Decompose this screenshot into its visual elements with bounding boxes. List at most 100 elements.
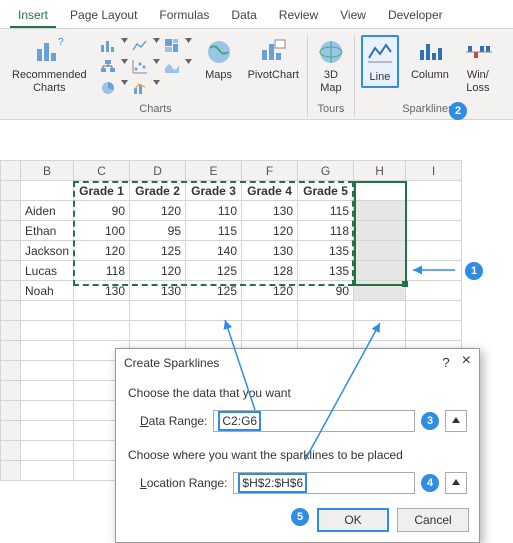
cell[interactable] xyxy=(406,281,462,301)
cell[interactable] xyxy=(21,421,74,441)
cell[interactable]: 130 xyxy=(242,201,298,221)
cell[interactable]: Grade 5 xyxy=(298,181,354,201)
cell[interactable] xyxy=(242,301,298,321)
row-header-1[interactable] xyxy=(1,181,21,201)
sparkline-column-button[interactable]: Column xyxy=(409,35,451,84)
cell[interactable] xyxy=(21,401,74,421)
col-header-b[interactable]: B xyxy=(21,161,74,181)
row-header[interactable] xyxy=(1,321,21,341)
cell[interactable]: Grade 2 xyxy=(130,181,186,201)
cell[interactable] xyxy=(406,201,462,221)
cell[interactable]: Grade 1 xyxy=(74,181,130,201)
row-header[interactable] xyxy=(1,221,21,241)
cell[interactable]: 130 xyxy=(242,241,298,261)
cell[interactable] xyxy=(406,221,462,241)
tab-developer[interactable]: Developer xyxy=(380,4,451,28)
row-header[interactable] xyxy=(1,381,21,401)
surface-chart-icon[interactable] xyxy=(163,58,181,76)
cell[interactable]: Grade 4 xyxy=(242,181,298,201)
row-header[interactable] xyxy=(1,461,21,481)
row-header[interactable] xyxy=(1,421,21,441)
row-header[interactable] xyxy=(1,361,21,381)
col-header-c[interactable]: C xyxy=(74,161,130,181)
cell[interactable]: 125 xyxy=(186,281,242,301)
scatter-chart-icon[interactable] xyxy=(131,58,149,76)
cell[interactable]: 130 xyxy=(74,281,130,301)
sparkline-winloss-button[interactable]: Win/ Loss xyxy=(461,35,495,97)
row-header[interactable] xyxy=(1,441,21,461)
row-header[interactable] xyxy=(1,341,21,361)
cell[interactable] xyxy=(130,321,186,341)
cell[interactable] xyxy=(354,301,406,321)
cell[interactable]: 120 xyxy=(130,261,186,281)
cell[interactable]: 90 xyxy=(298,281,354,301)
col-header-h[interactable]: H xyxy=(354,161,406,181)
tab-data[interactable]: Data xyxy=(223,4,264,28)
tab-insert[interactable]: Insert xyxy=(10,4,56,28)
cell[interactable]: 118 xyxy=(74,261,130,281)
sparkline-line-button[interactable]: Line xyxy=(361,35,399,88)
row-header[interactable] xyxy=(1,241,21,261)
cell[interactable]: 95 xyxy=(130,221,186,241)
cell[interactable] xyxy=(298,321,354,341)
tab-view[interactable]: View xyxy=(332,4,374,28)
cell[interactable] xyxy=(130,301,186,321)
cell[interactable]: 118 xyxy=(298,221,354,241)
cell[interactable]: 120 xyxy=(242,281,298,301)
col-header-i[interactable]: I xyxy=(406,161,462,181)
cell[interactable]: 120 xyxy=(130,201,186,221)
cell[interactable] xyxy=(21,461,74,481)
row-header[interactable] xyxy=(1,281,21,301)
3d-map-button[interactable]: 3D Map xyxy=(314,35,348,97)
row-header[interactable] xyxy=(1,201,21,221)
dialog-close-button[interactable]: × xyxy=(462,355,471,370)
cell[interactable] xyxy=(21,361,74,381)
dialog-help-button[interactable]: ? xyxy=(442,355,449,370)
cell[interactable]: Jackson xyxy=(21,241,74,261)
cell[interactable]: 125 xyxy=(186,261,242,281)
cell[interactable] xyxy=(21,441,74,461)
data-range-input[interactable]: C2:G6 xyxy=(213,410,415,432)
tab-page-layout[interactable]: Page Layout xyxy=(62,4,145,28)
col-header-e[interactable]: E xyxy=(186,161,242,181)
row-header[interactable] xyxy=(1,401,21,421)
cell[interactable] xyxy=(74,321,130,341)
location-range-input[interactable]: $H$2:$H$6 xyxy=(233,472,415,494)
row-header[interactable] xyxy=(1,301,21,321)
cell[interactable] xyxy=(406,241,462,261)
cell[interactable] xyxy=(242,321,298,341)
cell[interactable] xyxy=(354,241,406,261)
cell[interactable] xyxy=(354,221,406,241)
ok-button[interactable]: OK xyxy=(317,508,389,532)
cell[interactable] xyxy=(21,341,74,361)
tab-formulas[interactable]: Formulas xyxy=(151,4,217,28)
column-chart-icon[interactable] xyxy=(99,37,117,55)
cell[interactable]: Ethan xyxy=(21,221,74,241)
col-header-blank[interactable] xyxy=(1,161,21,181)
cell[interactable]: Lucas xyxy=(21,261,74,281)
cell[interactable] xyxy=(74,301,130,321)
cell[interactable] xyxy=(406,301,462,321)
col-header-d[interactable]: D xyxy=(130,161,186,181)
pie-chart-icon[interactable] xyxy=(99,79,117,97)
cell[interactable]: 100 xyxy=(74,221,130,241)
cancel-button[interactable]: Cancel xyxy=(397,508,469,532)
cell[interactable] xyxy=(21,301,74,321)
cell[interactable] xyxy=(354,261,406,281)
col-header-f[interactable]: F xyxy=(242,161,298,181)
cell[interactable]: 130 xyxy=(130,281,186,301)
cell[interactable] xyxy=(186,321,242,341)
location-range-ref-button[interactable] xyxy=(445,472,467,494)
line-chart-icon[interactable] xyxy=(131,37,149,55)
cell[interactable]: 140 xyxy=(186,241,242,261)
cell[interactable]: 120 xyxy=(242,221,298,241)
cell[interactable] xyxy=(21,321,74,341)
cell[interactable]: Noah xyxy=(21,281,74,301)
cell[interactable]: 125 xyxy=(130,241,186,261)
cell[interactable]: 90 xyxy=(74,201,130,221)
cell[interactable] xyxy=(186,301,242,321)
cell[interactable] xyxy=(354,201,406,221)
row-header[interactable] xyxy=(1,261,21,281)
maps-button[interactable]: Maps xyxy=(202,35,236,84)
cell[interactable] xyxy=(406,261,462,281)
